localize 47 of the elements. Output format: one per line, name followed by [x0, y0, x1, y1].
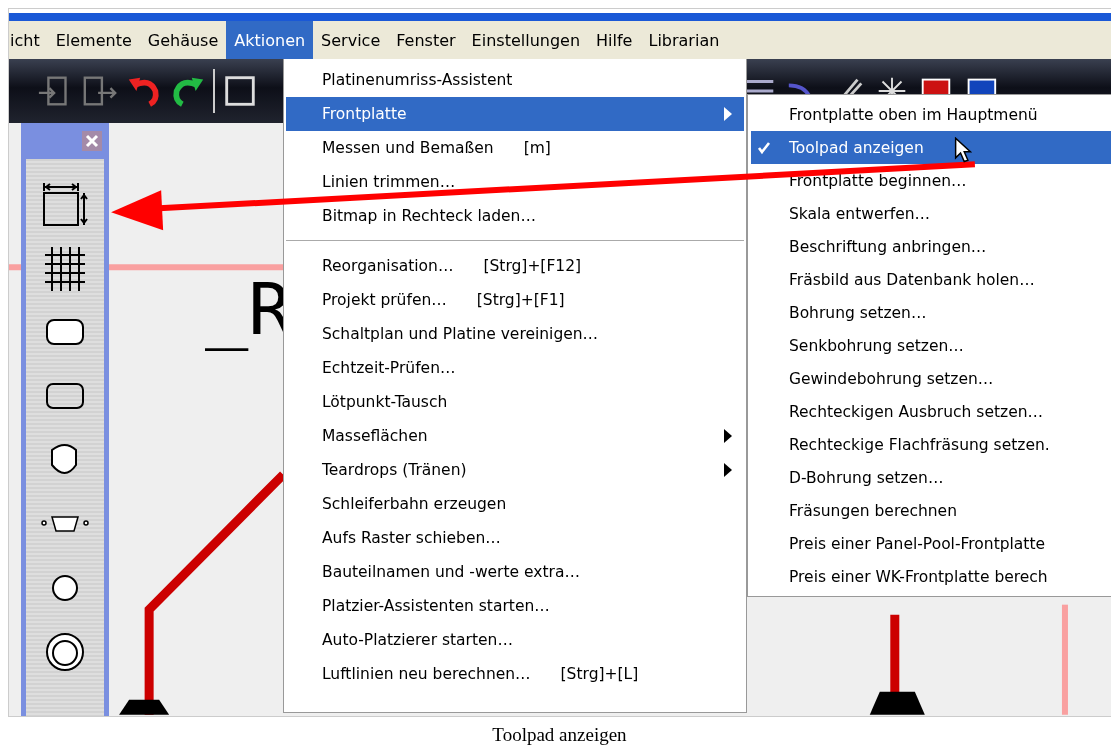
- submenu-item[interactable]: Rechteckigen Ausbruch setzen…: [751, 395, 1111, 428]
- menu-bar-item[interactable]: Hilfe: [588, 21, 641, 59]
- menu-item[interactable]: Platzier-Assistenten starten…: [286, 589, 744, 623]
- submenu-item[interactable]: D-Bohrung setzen…: [751, 461, 1111, 494]
- menu-bar-item[interactable]: Librarian: [640, 21, 728, 59]
- menu-item[interactable]: Auto-Platzierer starten…: [286, 623, 744, 657]
- menu-bar-item[interactable]: Fenster: [388, 21, 464, 59]
- figure-caption: Toolpad anzeigen: [491, 723, 628, 747]
- menu-item[interactable]: Schleiferbahn erzeugen: [286, 487, 744, 521]
- mouse-cursor-icon: [954, 137, 972, 164]
- submenu-item[interactable]: Preis einer WK-Frontplatte berech: [751, 560, 1111, 593]
- menu-item[interactable]: Aufs Raster schieben…: [286, 521, 744, 555]
- menu-item[interactable]: Bitmap in Rechteck laden…: [286, 199, 744, 233]
- submenu-item[interactable]: Skala entwerfen…: [751, 197, 1111, 230]
- menu-item[interactable]: Projekt prüfen… [Strg]+[F1]: [286, 283, 744, 317]
- menu-bar-item[interactable]: Einstellungen: [463, 21, 589, 59]
- submenu-item[interactable]: Toolpad anzeigen: [751, 131, 1111, 164]
- menu-item[interactable]: Schaltplan und Platine vereinigen…: [286, 317, 744, 351]
- submenu-item[interactable]: Frontplatte beginnen…: [751, 164, 1111, 197]
- menu-item[interactable]: Linien trimmen…: [286, 165, 744, 199]
- menu-bar-item[interactable]: Elemente: [47, 21, 140, 59]
- submenu-item[interactable]: Frontplatte oben im Hauptmenü: [751, 98, 1111, 131]
- menu-bar-item[interactable]: Service: [313, 21, 389, 59]
- pcb-pad: [869, 691, 925, 715]
- menu-bar-item[interactable]: icht: [9, 21, 48, 59]
- menu-item[interactable]: Lötpunkt-Tausch: [286, 385, 744, 419]
- menu-item[interactable]: Platinenumriss-Assistent: [286, 63, 744, 97]
- submenu-item[interactable]: Beschriftung anbringen…: [751, 230, 1111, 263]
- close-icon[interactable]: [82, 131, 102, 151]
- submenu-item[interactable]: Preis einer Panel-Pool-Frontplatte: [751, 527, 1111, 560]
- menu-bar-item[interactable]: Aktionen: [226, 21, 314, 59]
- menu-item[interactable]: Bauteilnamen und -werte extra…: [286, 555, 744, 589]
- menu-item[interactable]: Messen und Bemaßen [m]: [286, 131, 744, 165]
- pcb-pad: [119, 699, 170, 715]
- submenu-item[interactable]: Fräsungen berechnen: [751, 494, 1111, 527]
- submenu-item[interactable]: Rechteckige Flachfräsung setzen.: [751, 428, 1111, 461]
- menu-item[interactable]: Masseflächen: [286, 419, 744, 453]
- submenu-item[interactable]: Bohrung setzen…: [751, 296, 1111, 329]
- menu-item[interactable]: Reorganisation… [Strg]+[F12]: [286, 249, 744, 283]
- menu-item[interactable]: Echtzeit-Prüfen…: [286, 351, 744, 385]
- submenu-item[interactable]: Gewindebohrung setzen…: [751, 362, 1111, 395]
- menu-item[interactable]: Frontplatte: [286, 97, 744, 131]
- menu-item[interactable]: Teardrops (Tränen): [286, 453, 744, 487]
- menu-bar-item[interactable]: Gehäuse: [139, 21, 227, 59]
- menu-item[interactable]: Luftlinien neu berechnen… [Strg]+[L]: [286, 657, 744, 691]
- submenu-item[interactable]: Fräsbild aus Datenbank holen…: [751, 263, 1111, 296]
- submenu-item[interactable]: Senkbohrung setzen…: [751, 329, 1111, 362]
